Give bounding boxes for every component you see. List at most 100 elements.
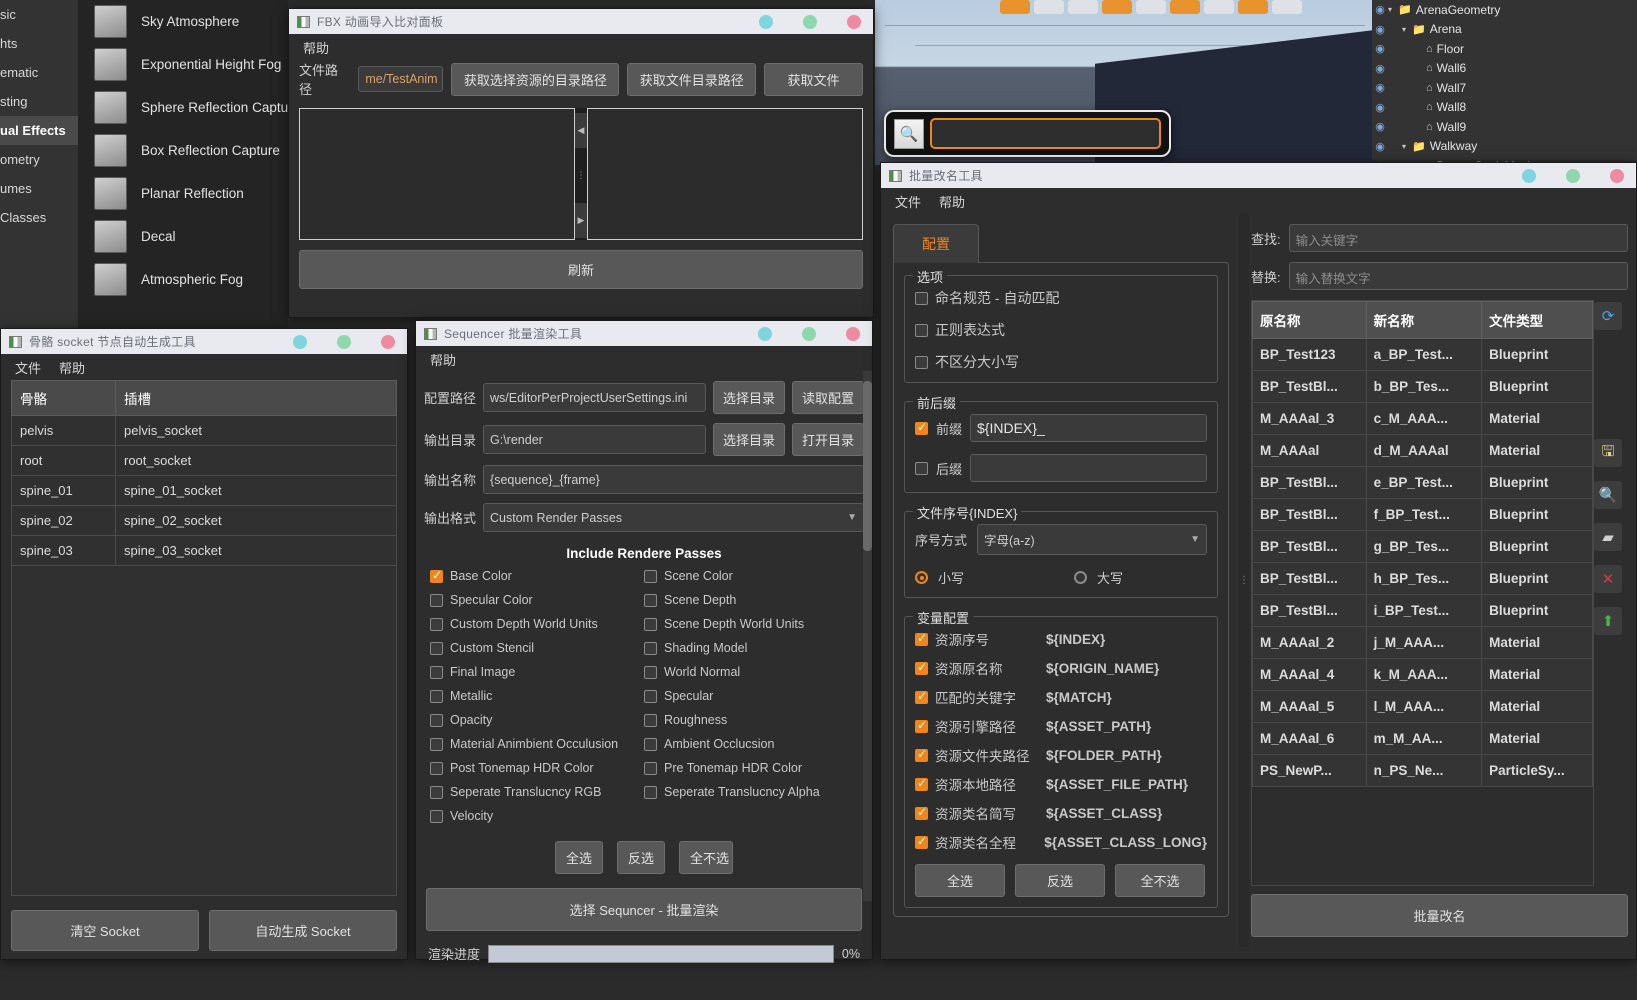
- option-checkbox-2[interactable]: 不区分大小写: [915, 352, 1207, 372]
- checkbox-icon[interactable]: [644, 617, 657, 631]
- delete-icon[interactable]: ✕: [1594, 565, 1622, 593]
- upload-icon[interactable]: ⬆: [1594, 607, 1622, 635]
- sequencer-window-titlebar[interactable]: Sequencer 批量渲染工具: [416, 321, 872, 346]
- table-row[interactable]: M_AAAal_4 k_M_AAA... Material: [1252, 658, 1593, 691]
- fbx-window-titlebar[interactable]: FBX 动画导入比对面板: [289, 9, 873, 34]
- pass-checkbox-right-4[interactable]: World Normal: [644, 665, 858, 679]
- visibility-eye-icon[interactable]: ◉: [1372, 42, 1388, 55]
- checkbox-icon[interactable]: [915, 776, 928, 791]
- checkbox-icon[interactable]: [644, 665, 657, 679]
- sequencer-render-window[interactable]: Sequencer 批量渲染工具 帮助 配置路径 ws/EditorPerProj…: [415, 320, 873, 963]
- place-item-5[interactable]: Decal: [78, 215, 288, 258]
- visibility-eye-icon[interactable]: ◉: [1372, 62, 1388, 75]
- fbx-compare-window[interactable]: FBX 动画导入比对面板 帮助 文件路径 me/TestAnim 获取选择资源的…: [288, 8, 874, 318]
- visibility-eye-icon[interactable]: ◉: [1372, 140, 1388, 153]
- pass-checkbox-left-2[interactable]: Custom Depth World Units: [430, 617, 644, 631]
- checkbox-icon[interactable]: [915, 660, 928, 675]
- minimize-button[interactable]: [293, 334, 307, 349]
- checkbox-icon[interactable]: [915, 323, 928, 337]
- pass-checkbox-right-1[interactable]: Scene Depth: [644, 593, 858, 607]
- outliner-row[interactable]: ◉ ⌂ Wall9: [1372, 117, 1637, 137]
- checkbox-icon[interactable]: [644, 737, 657, 751]
- variable-checkbox-6[interactable]: 资源类名简写 ${ASSET_CLASS}: [915, 803, 1207, 823]
- pass-checkbox-left-9[interactable]: Seperate Translucncy RGB: [430, 785, 644, 799]
- place-item-1[interactable]: Exponential Height Fog: [78, 43, 288, 86]
- asset-search-overlay[interactable]: 🔍: [884, 110, 1171, 157]
- outliner-row[interactable]: ◉ ▾ 📁 ArenaGeometry: [1372, 0, 1637, 20]
- pass-checkbox-left-8[interactable]: Post Tonemap HDR Color: [430, 761, 644, 775]
- socket-column-header[interactable]: 插槽: [115, 380, 397, 416]
- select-all-passes-button[interactable]: 全选: [555, 841, 603, 874]
- menu-help[interactable]: 帮助: [59, 358, 85, 377]
- checkbox-icon[interactable]: [430, 761, 443, 775]
- socket-window-titlebar[interactable]: 骨骼 socket 节点自动生成工具: [1, 329, 407, 354]
- sequencer-field-input[interactable]: {sequence}_{frame}: [483, 465, 864, 494]
- checkbox-icon[interactable]: [430, 713, 443, 727]
- suffix-checkbox[interactable]: [915, 461, 928, 475]
- expander-icon[interactable]: ▾: [1402, 25, 1412, 34]
- checkbox-icon[interactable]: [430, 737, 443, 751]
- place-category-7[interactable]: Classes: [0, 203, 78, 232]
- checkbox-icon[interactable]: [915, 834, 928, 849]
- collapse-left-icon[interactable]: ◀: [575, 113, 587, 148]
- suffix-input[interactable]: [970, 454, 1207, 482]
- menu-help[interactable]: 帮助: [939, 192, 965, 211]
- outliner-row[interactable]: ◉ ▾ 📁 Walkway: [1372, 137, 1637, 157]
- refresh-button[interactable]: 刷新: [299, 250, 863, 289]
- rename-menubar[interactable]: 文件 帮助: [881, 188, 1636, 214]
- place-category-2[interactable]: ematic: [0, 58, 78, 87]
- rename-table-actions[interactable]: ⟳ 🖫 🔍 ▰ ✕ ⬆: [1594, 300, 1628, 886]
- table-row[interactable]: BP_Test123 a_BP_Test... Blueprint: [1252, 338, 1593, 371]
- sequencer-field-button-1-0[interactable]: 选择目录: [713, 423, 785, 456]
- toolbar-button[interactable]: [1136, 0, 1166, 14]
- asset-search-input[interactable]: [930, 118, 1161, 149]
- maximize-button[interactable]: [802, 326, 816, 341]
- pass-checkbox-left-1[interactable]: Specular Color: [430, 593, 644, 607]
- outliner-row[interactable]: ◉ ▾ 📁 Arena: [1372, 20, 1637, 40]
- place-item-2[interactable]: Sphere Reflection Capture: [78, 86, 300, 129]
- toolbar-button[interactable]: [1102, 0, 1132, 14]
- visibility-eye-icon[interactable]: ◉: [1372, 23, 1388, 36]
- socket-table-row[interactable]: pelvis pelvis_socket: [11, 415, 397, 446]
- sequencer-field-button-0-0[interactable]: 选择目录: [713, 381, 785, 414]
- toolbar-button[interactable]: [1238, 0, 1268, 14]
- outliner-row[interactable]: ◉ ⌂ Wall6: [1372, 59, 1637, 79]
- menu-file[interactable]: 文件: [895, 192, 921, 211]
- visibility-eye-icon[interactable]: ◉: [1372, 101, 1388, 114]
- checkbox-icon[interactable]: [915, 747, 928, 762]
- checkbox-icon[interactable]: [430, 641, 443, 655]
- toolbar-button[interactable]: [1204, 0, 1234, 14]
- pass-checkbox-right-7[interactable]: Ambient Occlucsion: [644, 737, 858, 751]
- place-item-6[interactable]: Atmospheric Fog: [78, 258, 288, 301]
- sequencer-field-input[interactable]: G:\render: [483, 425, 706, 454]
- pass-checkbox-left-0[interactable]: Base Color: [430, 568, 644, 583]
- deselect-all-variables-button[interactable]: 全不选: [1115, 864, 1205, 897]
- deselect-all-passes-button[interactable]: 全不选: [679, 841, 733, 874]
- pass-checkbox-right-8[interactable]: Pre Tonemap HDR Color: [644, 761, 858, 775]
- outliner-row[interactable]: ◉ ⌂ Wall8: [1372, 98, 1637, 118]
- checkbox-icon[interactable]: [644, 569, 657, 583]
- pass-checkbox-right-0[interactable]: Scene Color: [644, 569, 858, 583]
- pass-checkbox-right-6[interactable]: Roughness: [644, 713, 858, 727]
- pass-checkbox-right-5[interactable]: Specular: [644, 689, 858, 703]
- checkbox-icon[interactable]: [915, 805, 928, 820]
- render-passes-left-column[interactable]: Base Color Specular Color Custom Depth Wor…: [430, 568, 644, 823]
- toolbar-button[interactable]: [1272, 0, 1302, 14]
- outliner-row[interactable]: ◉ ⌂ Floor: [1372, 39, 1637, 59]
- batch-rename-window[interactable]: 批量改名工具 文件 帮助 配置 选项 命名规范 - 自动匹配 正则表达式 不区分大小…: [880, 162, 1637, 960]
- close-button[interactable]: [1610, 168, 1624, 183]
- rename-asset-table[interactable]: 原名称 新名称 文件类型 BP_Test123 a_BP_Test... Bluepri…: [1252, 301, 1593, 787]
- pass-checkbox-right-2[interactable]: Scene Depth World Units: [644, 617, 858, 631]
- variable-checkbox-2[interactable]: 匹配的关键字 ${MATCH}: [915, 687, 1207, 707]
- table-row[interactable]: BP_TestBl... f_BP_Test... Blueprint: [1252, 498, 1593, 531]
- find-input[interactable]: 输入关键字: [1288, 224, 1628, 252]
- socket-table-row[interactable]: root root_socket: [11, 445, 397, 476]
- render-passes-right-column[interactable]: Scene Color Scene Depth Scene Depth World …: [644, 569, 858, 823]
- checkbox-icon[interactable]: [430, 689, 443, 703]
- variable-checkbox-7[interactable]: 资源类名全程 ${ASSET_CLASS_LONG}: [915, 832, 1207, 852]
- toolbar-button[interactable]: [1170, 0, 1200, 14]
- socket-table-row[interactable]: spine_03 spine_03_socket: [11, 535, 397, 566]
- checkbox-icon[interactable]: [915, 718, 928, 733]
- menu-help[interactable]: 帮助: [303, 38, 329, 57]
- table-row[interactable]: M_AAAal d_M_AAAal Material: [1252, 434, 1593, 467]
